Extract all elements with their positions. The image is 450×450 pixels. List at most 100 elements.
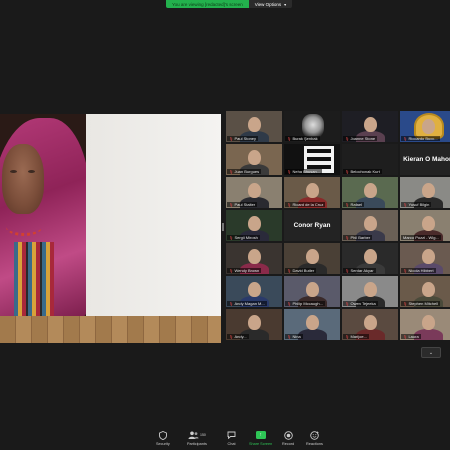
participant-tile[interactable]: 🎙Riccardo Bucc... xyxy=(400,111,450,142)
participant-name-tag: 🎙Juan Burgues xyxy=(227,169,262,174)
record-button[interactable]: Record xyxy=(282,430,294,446)
security-label: Security xyxy=(156,442,170,446)
participant-name-tag: 🎙Wendy Brown xyxy=(227,268,262,273)
participant-name: Andy... xyxy=(234,334,247,339)
muted-mic-icon: 🎙 xyxy=(229,335,234,339)
participant-name-tag: Marco Pozzi - Wig... xyxy=(401,235,441,240)
participant-name: Laura xyxy=(408,334,419,339)
participant-name-display: Conor Ryan xyxy=(293,222,331,229)
participant-name: Paul Stoney xyxy=(234,136,257,141)
participant-name-tag: 🎙Phil Barber xyxy=(343,235,373,240)
participant-tile[interactable]: 🎙Phil Barber xyxy=(342,210,398,241)
muted-mic-icon: 🎙 xyxy=(229,170,234,174)
participant-tile[interactable]: 🎙Serdar Akyar xyxy=(342,243,398,274)
participant-name: David Butler xyxy=(292,268,315,273)
muted-mic-icon: 🎙 xyxy=(403,302,408,306)
participant-name-tag: 🎙Serdar Akyar xyxy=(343,268,376,273)
muted-mic-icon: 🎙 xyxy=(229,236,234,240)
participants-label: Participants xyxy=(187,442,207,446)
participant-name-tag: 🎙Ricard de la Cruz xyxy=(285,202,326,207)
participant-name-tag: 🎙Stephen Mitchell xyxy=(401,301,441,306)
participant-name-tag: 🎙Rafael xyxy=(343,202,365,207)
participant-tile[interactable]: 🎙Rafael xyxy=(342,177,398,208)
wooden-floor xyxy=(0,316,221,343)
participant-name: Andy Magan M... xyxy=(234,301,265,306)
participant-tile[interactable]: 🎙David Butler xyxy=(284,243,340,274)
participant-tile[interactable]: 🎙Marijoe... xyxy=(342,309,398,340)
record-icon xyxy=(283,430,293,440)
reactions-button[interactable]: Reactions xyxy=(306,430,323,446)
muted-mic-icon: 🎙 xyxy=(345,302,350,306)
share-screen-label: Share Screen xyxy=(249,442,273,446)
participant-name-tag: 🎙Philip Mccaugh... xyxy=(285,301,325,306)
muted-mic-icon: 🎙 xyxy=(403,269,408,273)
muted-mic-icon: 🎙 xyxy=(229,137,234,141)
participant-name: Sergii Mirosh xyxy=(234,235,258,240)
participant-tile[interactable]: 🎙Joanne Stone xyxy=(342,111,398,142)
share-screen-icon: ↑ xyxy=(255,431,266,439)
participant-tile[interactable]: 🎙Paul Stalter xyxy=(226,177,282,208)
screen-share-banner: You are viewing [redacted]'s screen View… xyxy=(166,0,293,8)
gallery-page-down-button[interactable]: ⌄ xyxy=(421,347,441,358)
participant-tile[interactable]: 🎙Burak Şenbak xyxy=(284,111,340,142)
participant-name-tag: 🎙Riccardo Bucc... xyxy=(401,136,440,141)
participant-name-tag: 🎙Yusuf Bilgin xyxy=(401,202,432,207)
participant-name: Burak Şenbak xyxy=(292,136,318,141)
participant-tile[interactable]: 🎙Wendy Brown xyxy=(226,243,282,274)
participant-tile[interactable]: 🎙Owen Tejeeka xyxy=(342,276,398,307)
participant-tile[interactable]: Marco Pozzi - Wig... xyxy=(400,210,450,241)
participant-tile[interactable]: 🎙Stephen Mitchell xyxy=(400,276,450,307)
participant-tile[interactable]: 🎙Nicola Hibbert xyxy=(400,243,450,274)
split-resize-handle[interactable] xyxy=(222,223,224,231)
participant-tile[interactable]: Kieran O Mahon xyxy=(400,144,450,175)
muted-mic-icon: 🎙 xyxy=(403,335,408,339)
view-options-button[interactable]: View Options ▾ xyxy=(248,0,293,8)
participant-name: Juan Burgues xyxy=(234,169,260,174)
record-label: Record xyxy=(282,442,295,446)
muted-mic-icon: 🎙 xyxy=(229,203,234,207)
participant-name: Marco Pozzi - Wig... xyxy=(403,235,439,240)
shield-icon xyxy=(158,430,167,440)
participant-tile[interactable]: 🎙Laura xyxy=(400,309,450,340)
participant-name: Joanne Stone xyxy=(350,136,376,141)
participant-name: Serdar Akyar xyxy=(350,268,374,273)
muted-mic-icon: 🎙 xyxy=(229,302,234,306)
participant-name-tag: 🎙Belochonak Kurt xyxy=(343,169,382,174)
participant-name-tag: 🎙Laura xyxy=(401,334,421,339)
participant-name: Paul Stalter xyxy=(234,202,256,207)
muted-mic-icon: 🎙 xyxy=(287,335,292,339)
muted-mic-icon: 🎙 xyxy=(287,170,292,174)
security-button[interactable]: Security xyxy=(156,430,170,446)
shared-screen[interactable] xyxy=(0,114,221,343)
participant-name-tag: 🎙Paul Stalter xyxy=(227,202,258,207)
participant-tile[interactable]: 🎙Belochonak Kurt xyxy=(342,144,398,175)
participant-tile[interactable]: 🎙Juan Burgues xyxy=(226,144,282,175)
participant-tile[interactable]: 🎙Ricard de la Cruz xyxy=(284,177,340,208)
participant-name-tag: 🎙Joanne Stone xyxy=(343,136,378,141)
participant-tile[interactable]: 🎙Yusuf Bilgin xyxy=(400,177,450,208)
share-screen-button[interactable]: ↑ Share Screen xyxy=(249,430,272,446)
participant-tile[interactable]: 🎙Neha Bhusan... xyxy=(284,144,340,175)
participant-tile[interactable]: 🎙Sergii Mirosh xyxy=(226,210,282,241)
participant-name-tag: 🎙Andy... xyxy=(227,334,249,339)
participant-name: Stephen Mitchell xyxy=(408,301,439,306)
participant-tile[interactable]: 🎙Paul Stoney xyxy=(226,111,282,142)
muted-mic-icon: 🎙 xyxy=(229,269,234,273)
chat-button[interactable]: Chat xyxy=(227,430,236,446)
meeting-toolbar: Security 150 Participants Chat ↑ Share S… xyxy=(0,428,450,450)
participants-button[interactable]: 150 Participants xyxy=(187,430,207,446)
participant-tile[interactable]: 🎙Philip Mccaugh... xyxy=(284,276,340,307)
participant-tile[interactable]: 🎙Andy... xyxy=(226,309,282,340)
muted-mic-icon: 🎙 xyxy=(345,269,350,273)
participant-name: Philip Mccaugh... xyxy=(292,301,323,306)
reactions-icon xyxy=(310,430,319,440)
muted-mic-icon: 🎙 xyxy=(345,236,350,240)
participant-name-tag: 🎙Andy Magan M... xyxy=(227,301,267,306)
participant-name-tag: 🎙Neha Bhusan... xyxy=(285,169,323,174)
view-options-label: View Options xyxy=(254,1,282,7)
participant-tile[interactable]: 🎙Andy Magan M... xyxy=(226,276,282,307)
participant-tile[interactable]: 🎙Nina xyxy=(284,309,340,340)
muted-mic-icon: 🎙 xyxy=(403,137,408,141)
participant-name: Rafael xyxy=(350,202,363,207)
participant-tile[interactable]: Conor Ryan xyxy=(284,210,340,241)
